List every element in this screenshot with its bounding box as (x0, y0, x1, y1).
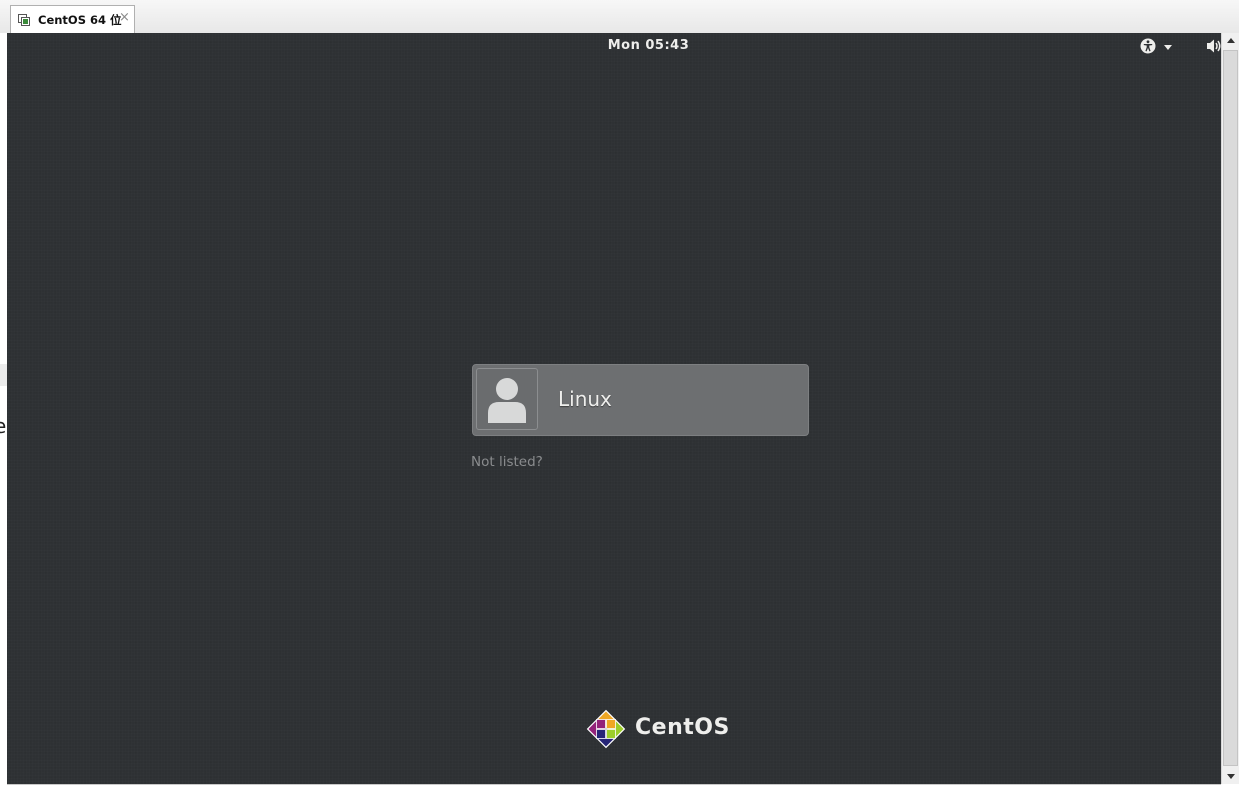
default-user-avatar-icon (488, 378, 526, 423)
scroll-up-button[interactable] (1222, 33, 1239, 49)
centos-logo-icon (586, 709, 626, 749)
host-tab-strip: CentOS 64 位 × (0, 0, 1239, 34)
vm-guest-screen[interactable]: Mon 05:43 Linux Not listed? CentOS (7, 33, 1221, 784)
volume-icon[interactable] (1207, 38, 1221, 54)
vm-tab[interactable]: CentOS 64 位 × (10, 5, 135, 33)
avatar (476, 368, 538, 430)
user-list-item[interactable]: Linux (472, 364, 809, 436)
close-icon[interactable]: × (119, 10, 130, 25)
centos-wordmark: CentOS (635, 715, 730, 740)
not-listed-link[interactable]: Not listed? (471, 454, 543, 470)
system-status-menu[interactable] (1140, 37, 1180, 57)
scroll-thumb[interactable] (1223, 50, 1238, 766)
host-app-edge (0, 33, 7, 787)
host-app-fragment: ì (0, 470, 7, 491)
host-scrollbar[interactable] (1221, 33, 1239, 784)
host-app-highlight (0, 364, 7, 386)
host-app-fragment: e (0, 414, 7, 438)
chevron-down-icon (1164, 45, 1172, 50)
top-bar-clock[interactable]: Mon 05:43 (7, 38, 1221, 53)
vm-icon (18, 14, 30, 26)
scroll-down-button[interactable] (1222, 768, 1239, 784)
vm-tab-title: CentOS 64 位 (38, 13, 122, 27)
user-name: Linux (558, 387, 612, 411)
accessibility-icon (1140, 38, 1156, 54)
